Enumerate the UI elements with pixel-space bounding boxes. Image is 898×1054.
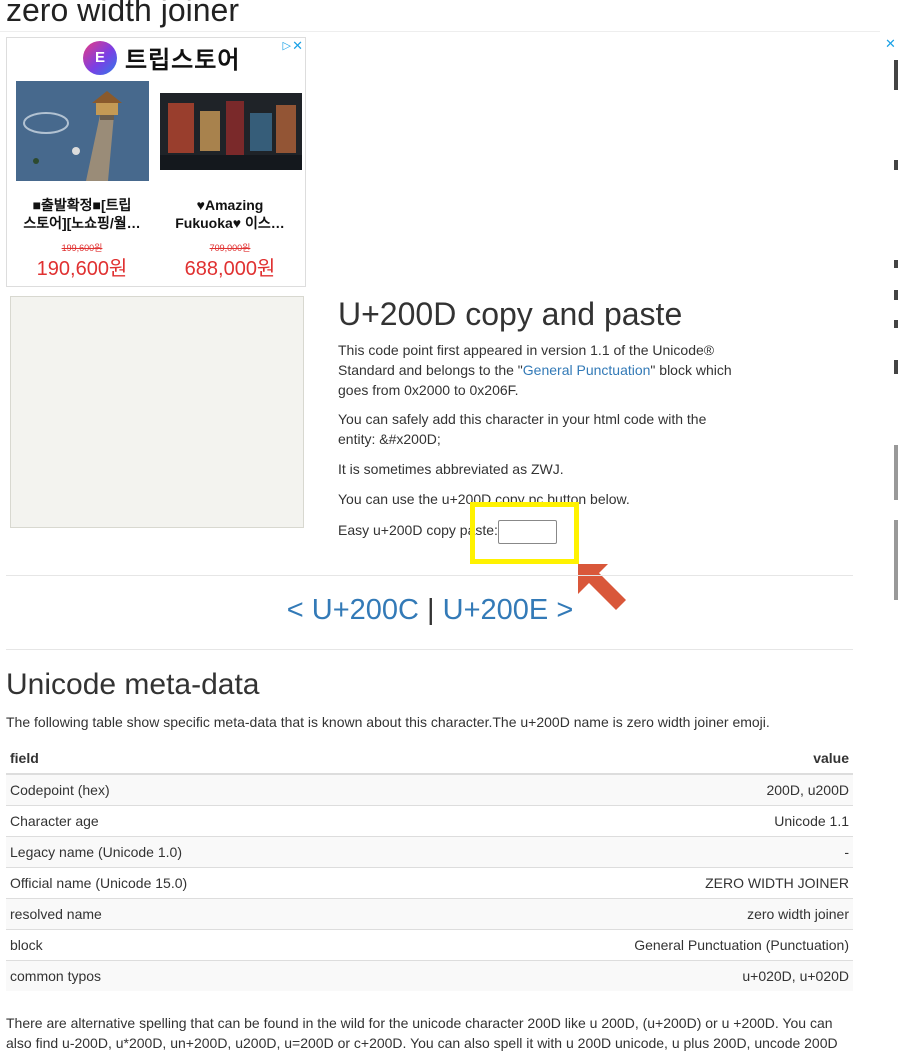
copy-paste-heading: U+200D copy and paste bbox=[338, 296, 683, 332]
row-value: Unicode 1.1 bbox=[390, 804, 853, 836]
row-field: Official name (Unicode 15.0) bbox=[6, 866, 391, 898]
row-field: common typos bbox=[6, 959, 391, 991]
table-row: Official name (Unicode 15.0) ZERO WIDTH J… bbox=[6, 866, 853, 898]
value-column-header: value bbox=[390, 743, 853, 775]
next-codepoint-link[interactable]: U+200E bbox=[443, 594, 549, 626]
row-value: General Punctuation (Punctuation) bbox=[390, 928, 853, 960]
side-ad-close-icon[interactable]: ✕ bbox=[885, 36, 896, 52]
ad-product-name-1[interactable]: ■출발확정■[트립 스토어][노쇼핑/월… bbox=[13, 196, 151, 232]
codepoint-pager: < U+200C | U+200E > bbox=[0, 594, 860, 627]
abbreviation-paragraph: It is sometimes abbreviated as ZWJ. bbox=[338, 461, 564, 477]
page-title: zero width joiner bbox=[6, 0, 239, 28]
ad-product-image-pier[interactable] bbox=[16, 81, 149, 181]
metadata-heading: Unicode meta-data bbox=[6, 668, 260, 701]
ad-close-icon[interactable]: ✕ bbox=[292, 38, 303, 54]
row-value: 200D, u200D bbox=[390, 773, 853, 805]
first-appeared-paragraph: This code point first appeared in versio… bbox=[338, 342, 732, 398]
table-header-row: field value bbox=[6, 743, 853, 775]
row-field: block bbox=[6, 928, 391, 960]
ad-product-name-2[interactable]: ♥Amazing Fukuoka♥ 이스… bbox=[161, 196, 299, 232]
ad-brand-logo[interactable]: E bbox=[83, 41, 117, 75]
row-field: Legacy name (Unicode 1.0) bbox=[6, 835, 391, 867]
table-row: Legacy name (Unicode 1.0) - bbox=[6, 835, 853, 867]
ad-product-price-2[interactable]: 688,000원 bbox=[161, 252, 299, 281]
section-divider-bottom bbox=[6, 649, 853, 650]
pager-separator: | bbox=[427, 594, 435, 626]
row-value: - bbox=[390, 835, 853, 867]
field-column-header: field bbox=[6, 743, 391, 775]
character-preview-box bbox=[10, 296, 304, 528]
table-row: common typos u+020D, u+020D bbox=[6, 959, 853, 991]
prev-arrow-link[interactable]: < bbox=[287, 594, 304, 626]
row-value: ZERO WIDTH JOINER bbox=[390, 866, 853, 898]
row-value: u+020D, u+020D bbox=[390, 959, 853, 991]
table-row: block General Punctuation (Punctuation) bbox=[6, 928, 853, 960]
section-divider-top bbox=[6, 575, 853, 576]
ad-product-image-street[interactable] bbox=[160, 93, 302, 170]
row-value: zero width joiner bbox=[390, 897, 853, 929]
metadata-table: field value Codepoint (hex) 200D, u200D C… bbox=[6, 743, 853, 991]
prev-codepoint-link[interactable]: U+200C bbox=[312, 594, 419, 626]
row-field: Codepoint (hex) bbox=[6, 773, 391, 805]
next-arrow-link[interactable]: > bbox=[556, 594, 573, 626]
html-entity-paragraph: You can safely add this character in you… bbox=[338, 411, 707, 447]
table-row: resolved name zero width joiner bbox=[6, 897, 853, 929]
ad-product-price-1[interactable]: 190,600원 bbox=[13, 252, 151, 281]
metadata-intro: The following table show specific meta-d… bbox=[6, 714, 770, 730]
ad-choices-icon[interactable]: ▷ bbox=[283, 39, 291, 52]
row-field: resolved name bbox=[6, 897, 391, 929]
alternative-spellings-paragraph: There are alternative spelling that can … bbox=[6, 1015, 838, 1051]
ad-brand-name[interactable]: 트립스토어 bbox=[125, 40, 240, 75]
table-row: Character age Unicode 1.1 bbox=[6, 804, 853, 836]
side-ad-strip[interactable] bbox=[894, 60, 898, 630]
ad-banner[interactable]: E 트립스토어 ▷ ✕ ■출발확정■[트립 스토어][노쇼핑/월… ♥Amazi… bbox=[6, 37, 306, 287]
general-punctuation-link[interactable]: General Punctuation bbox=[523, 362, 651, 378]
row-field: Character age bbox=[6, 804, 391, 836]
title-divider bbox=[0, 31, 880, 32]
highlight-box bbox=[470, 502, 579, 564]
table-row: Codepoint (hex) 200D, u200D bbox=[6, 773, 853, 805]
